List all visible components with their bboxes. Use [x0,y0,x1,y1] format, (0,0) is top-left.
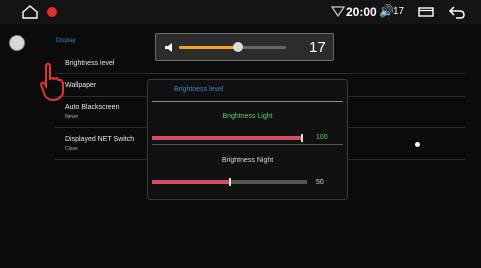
volume-icon: 🔊 [379,4,394,18]
stop-icon [47,7,57,17]
setting-label: Displayed NET Switch [65,136,135,143]
brightness-night-fill [152,180,230,184]
dialog-title: Brightness level [174,86,224,93]
brightness-night-value: 50 [316,179,324,186]
volume-value: 17 [309,39,326,56]
section-title: Display [56,38,76,44]
brightness-night-label: Brightness Night [221,157,274,164]
toggle-indicator[interactable] [415,142,420,147]
brightness-night-thumb[interactable] [228,178,231,186]
setting-label: Brightness level [65,60,115,67]
divider [152,101,343,102]
volume-popup: 17 [155,33,334,61]
brightness-light-fill [152,136,302,140]
back-icon[interactable] [448,4,466,20]
wifi-icon [331,6,345,17]
status-bar: 20:00 🔊 17 [0,0,481,24]
side-knob[interactable] [9,35,25,51]
setting-label: Auto Blackscreen [65,104,120,111]
brightness-dialog: Brightness level Brightness Light 100 Br… [147,79,348,200]
clock: 20:00 [346,5,377,19]
speaker-icon [165,43,172,52]
brightness-night-slider[interactable] [152,178,307,186]
volume-knob[interactable] [232,42,243,52]
brightness-light-value: 100 [316,134,328,141]
brightness-light-slider[interactable] [152,134,303,142]
brightness-light-thumb[interactable] [301,134,303,142]
volume-fill [179,46,238,49]
volume-level: 17 [393,6,405,17]
home-icon[interactable] [22,5,38,19]
divider [152,144,343,145]
volume-slider[interactable] [179,42,286,52]
setting-value: Close [65,146,78,152]
setting-value: Never [65,114,79,120]
window-icon[interactable] [418,7,434,17]
setting-label: Wallpaper [65,82,97,89]
pointing-hand-icon [39,62,64,102]
brightness-light-label: Brightness Light [222,113,273,120]
